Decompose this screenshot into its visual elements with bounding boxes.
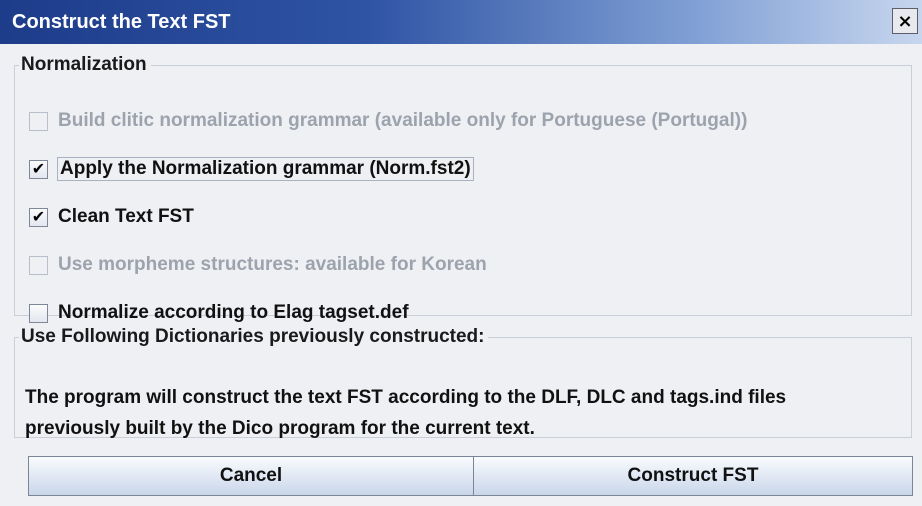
cancel-button[interactable]: Cancel — [28, 456, 474, 496]
clean-text-fst-option[interactable]: ✔ Clean Text FST — [29, 202, 194, 232]
morpheme-structures-option: Use morpheme structures: available for K… — [29, 250, 487, 280]
normalization-group: Normalization Build clitic normalization… — [14, 54, 912, 323]
clitic-normalization-checkbox — [29, 111, 48, 131]
construct-fst-button[interactable]: Construct FST — [473, 456, 913, 496]
construct-text-fst-dialog: Construct the Text FST × Normalization B… — [0, 0, 922, 506]
clitic-normalization-option: Build clitic normalization grammar (avai… — [29, 106, 747, 136]
dictionaries-legend: Use Following Dictionaries previously co… — [21, 326, 485, 347]
elag-tagset-checkbox[interactable] — [29, 303, 48, 323]
window-title: Construct the Text FST — [12, 11, 231, 33]
morpheme-structures-label: Use morpheme structures: available for K… — [58, 254, 487, 275]
apply-normalization-option[interactable]: ✔ Apply the Normalization grammar (Norm.… — [29, 154, 474, 184]
dictionaries-description: The program will construct the text FST … — [25, 382, 905, 444]
clean-text-fst-checkbox[interactable]: ✔ — [29, 207, 48, 227]
title-bar[interactable]: Construct the Text FST × — [0, 0, 922, 44]
elag-tagset-option[interactable]: Normalize according to Elag tagset.def — [29, 298, 409, 328]
apply-normalization-checkbox[interactable]: ✔ — [29, 159, 48, 179]
clitic-normalization-label: Build clitic normalization grammar (avai… — [58, 110, 748, 131]
dialog-content: Normalization Build clitic normalization… — [0, 44, 922, 506]
morpheme-structures-checkbox — [29, 255, 48, 275]
clean-text-fst-label[interactable]: Clean Text FST — [58, 206, 194, 228]
description-line-2: previously built by the Dico program for… — [25, 418, 535, 439]
apply-normalization-label[interactable]: Apply the Normalization grammar (Norm.fs… — [57, 157, 474, 181]
elag-tagset-label[interactable]: Normalize according to Elag tagset.def — [58, 302, 409, 324]
dictionaries-group: Use Following Dictionaries previously co… — [14, 326, 912, 439]
normalization-legend: Normalization — [21, 54, 147, 75]
description-line-1: The program will construct the text FST … — [25, 387, 787, 408]
close-icon[interactable]: × — [892, 8, 918, 34]
